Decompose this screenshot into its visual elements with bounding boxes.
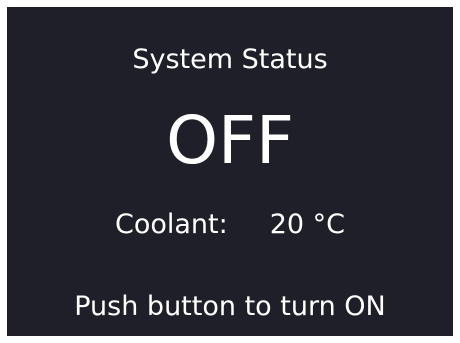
coolant-readout: Coolant: 20 °C <box>7 208 453 242</box>
instruction-text: Push button to turn ON <box>74 291 386 322</box>
coolant-label: Coolant: <box>114 209 228 240</box>
display-title: System Status <box>132 44 328 75</box>
coolant-value: 20 °C <box>269 209 346 240</box>
system-state: OFF <box>166 102 294 179</box>
status-display: System Status OFF Coolant: 20 °C Push but… <box>7 7 453 336</box>
